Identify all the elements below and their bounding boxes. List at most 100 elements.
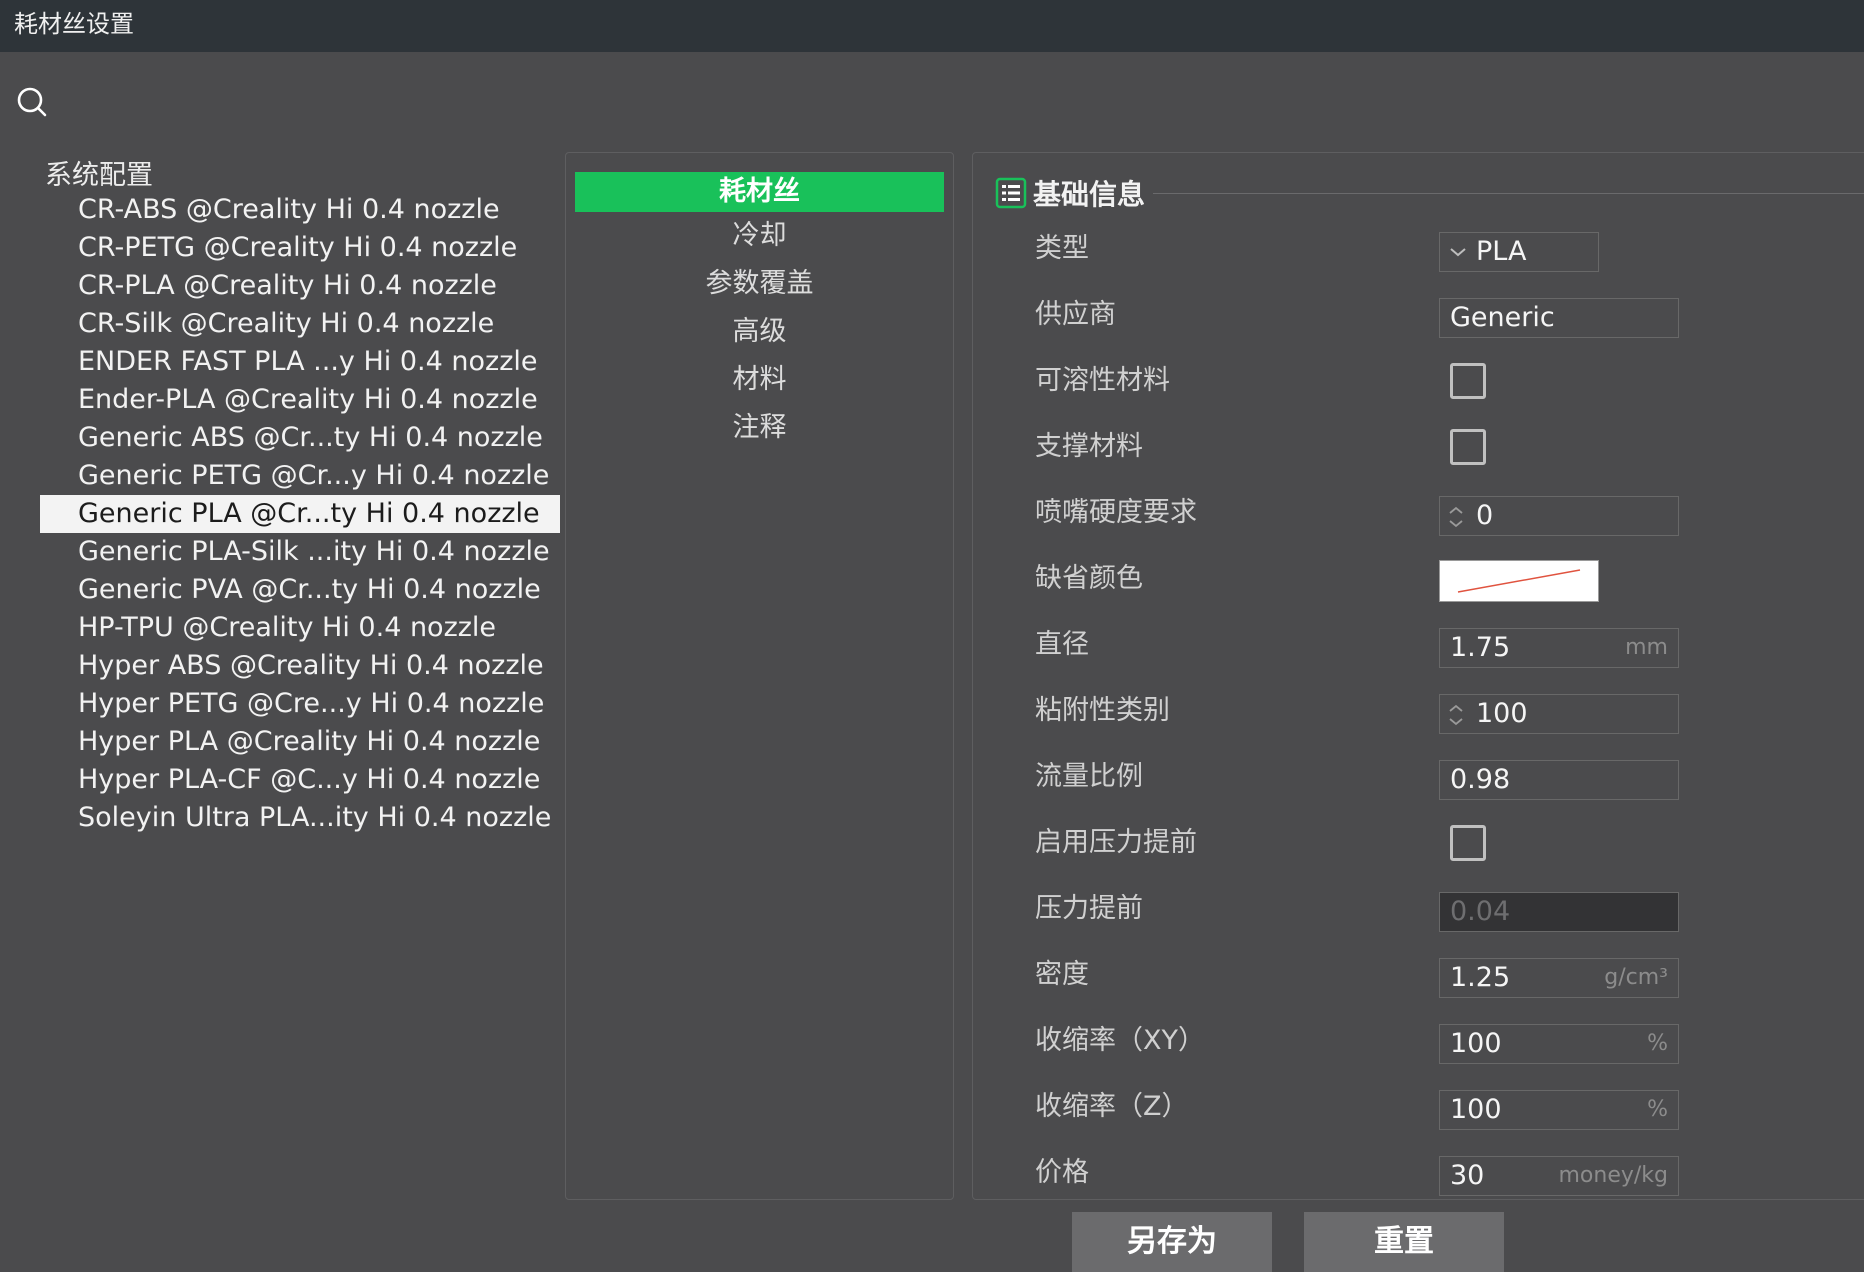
shrink-xy-unit: % (1647, 1031, 1668, 1056)
flow-ratio-label: 流量比例 (1035, 761, 1143, 792)
diameter-label: 直径 (1035, 629, 1089, 660)
default-color-label: 缺省颜色 (1035, 563, 1143, 594)
flow-ratio-value: 0.98 (1450, 764, 1511, 795)
flow-ratio-field[interactable]: 0.98 (1439, 760, 1679, 800)
shrink-xy-field[interactable]: 100 % (1439, 1024, 1679, 1064)
section-divider (1153, 193, 1864, 194)
support-checkbox[interactable] (1450, 429, 1486, 465)
soluble-checkbox[interactable] (1450, 363, 1486, 399)
tab-filament[interactable]: 耗材丝 (575, 172, 944, 212)
type-select[interactable]: PLA (1439, 232, 1599, 272)
category-nav: 耗材丝 冷却 参数覆盖 高级 材料 注释 (565, 152, 954, 1200)
row-support: 支撑材料 (973, 414, 1864, 480)
enable-pa-checkbox[interactable] (1450, 825, 1486, 861)
list-icon (995, 177, 1027, 209)
shrink-xy-value: 100 (1450, 1028, 1502, 1059)
spin-arrows-icon[interactable] (1446, 701, 1466, 729)
row-vendor: 供应商 Generic (973, 282, 1864, 348)
density-label: 密度 (1035, 959, 1089, 990)
preset-group-label: 系统配置 (45, 160, 153, 191)
row-nozzle-hardness: 喷嘴硬度要求 0 (973, 480, 1864, 546)
row-density: 密度 1.25 g/cm³ (973, 942, 1864, 1008)
preset-item[interactable]: Hyper PETG @Cre...y Hi 0.4 nozzle (40, 685, 560, 723)
adhesion-stepper[interactable]: 100 (1439, 694, 1679, 734)
diameter-value: 1.75 (1450, 632, 1511, 663)
preset-item[interactable]: Ender-PLA @Creality Hi 0.4 nozzle (40, 381, 560, 419)
pressure-advance-field: 0.04 (1439, 892, 1679, 932)
row-default-color: 缺省颜色 (973, 546, 1864, 612)
type-value: PLA (1476, 236, 1527, 267)
tab-material[interactable]: 材料 (566, 356, 953, 404)
preset-item[interactable]: Generic ABS @Cr...ty Hi 0.4 nozzle (40, 419, 560, 457)
preset-list: CR-ABS @Creality Hi 0.4 nozzle CR-PETG @… (40, 191, 560, 837)
settings-panel: 基础信息 类型 PLA 供应商 Generic 可溶性材料 支撑材料 喷嘴硬度要… (972, 152, 1864, 1200)
tab-advanced[interactable]: 高级 (566, 308, 953, 356)
row-diameter: 直径 1.75 mm (973, 612, 1864, 678)
diameter-unit: mm (1625, 635, 1668, 660)
price-field[interactable]: 30 money/kg (1439, 1156, 1679, 1196)
tab-overrides[interactable]: 参数覆盖 (566, 260, 953, 308)
preset-item[interactable]: CR-PLA @Creality Hi 0.4 nozzle (40, 267, 560, 305)
preset-item[interactable]: HP-TPU @Creality Hi 0.4 nozzle (40, 609, 560, 647)
save-as-button[interactable]: 另存为 (1072, 1212, 1272, 1272)
row-enable-pa: 启用压力提前 (973, 810, 1864, 876)
shrink-z-value: 100 (1450, 1094, 1502, 1125)
diameter-field[interactable]: 1.75 mm (1439, 628, 1679, 668)
section-title: 基础信息 (1033, 178, 1146, 211)
vendor-field[interactable]: Generic (1439, 298, 1679, 338)
support-label: 支撑材料 (1035, 431, 1143, 462)
preset-item[interactable]: Generic PVA @Cr...ty Hi 0.4 nozzle (40, 571, 560, 609)
preset-item[interactable]: CR-Silk @Creality Hi 0.4 nozzle (40, 305, 560, 343)
vendor-value: Generic (1450, 302, 1555, 333)
soluble-label: 可溶性材料 (1035, 365, 1170, 396)
chevron-down-icon (1450, 248, 1466, 257)
reset-button[interactable]: 重置 (1304, 1212, 1504, 1272)
density-value: 1.25 (1450, 962, 1511, 993)
price-unit: money/kg (1558, 1163, 1668, 1188)
pressure-advance-label: 压力提前 (1035, 893, 1143, 924)
type-label: 类型 (1035, 233, 1089, 264)
adhesion-label: 粘附性类别 (1035, 695, 1170, 726)
row-pressure-advance: 压力提前 0.04 (973, 876, 1864, 942)
row-price: 价格 30 money/kg (973, 1140, 1864, 1199)
nozzle-hardness-value: 0 (1476, 500, 1494, 531)
spin-arrows-icon[interactable] (1446, 503, 1466, 531)
row-soluble: 可溶性材料 (973, 348, 1864, 414)
preset-item[interactable]: Hyper ABS @Creality Hi 0.4 nozzle (40, 647, 560, 685)
preset-item[interactable]: Hyper PLA @Creality Hi 0.4 nozzle (40, 723, 560, 761)
preset-item[interactable]: Hyper PLA-CF @C...y Hi 0.4 nozzle (40, 761, 560, 799)
row-shrink-z: 收缩率（Z） 100 % (973, 1074, 1864, 1140)
section-header: 基础信息 (995, 173, 1145, 213)
preset-item[interactable]: CR-ABS @Creality Hi 0.4 nozzle (40, 191, 560, 229)
enable-pa-label: 启用压力提前 (1035, 827, 1197, 858)
nozzle-hardness-stepper[interactable]: 0 (1439, 496, 1679, 536)
search-icon[interactable] (16, 86, 48, 118)
tab-notes[interactable]: 注释 (566, 404, 953, 452)
preset-item[interactable]: CR-PETG @Creality Hi 0.4 nozzle (40, 229, 560, 267)
row-adhesion: 粘附性类别 100 (973, 678, 1864, 744)
default-color-swatch[interactable] (1439, 560, 1599, 602)
adhesion-value: 100 (1476, 698, 1528, 729)
shrink-z-unit: % (1647, 1097, 1668, 1122)
price-label: 价格 (1035, 1157, 1089, 1188)
shrink-xy-label: 收缩率（XY） (1035, 1025, 1205, 1056)
preset-item-selected[interactable]: Generic PLA @Cr...ty Hi 0.4 nozzle (40, 495, 560, 533)
tab-cooling[interactable]: 冷却 (566, 212, 953, 260)
vendor-label: 供应商 (1035, 299, 1116, 330)
preset-item[interactable]: Generic PLA-Silk ...ity Hi 0.4 nozzle (40, 533, 560, 571)
row-type: 类型 PLA (973, 216, 1864, 282)
shrink-z-label: 收缩率（Z） (1035, 1091, 1189, 1122)
pressure-advance-value: 0.04 (1450, 896, 1511, 927)
density-field[interactable]: 1.25 g/cm³ (1439, 958, 1679, 998)
preset-item[interactable]: Generic PETG @Cr...y Hi 0.4 nozzle (40, 457, 560, 495)
preset-item[interactable]: ENDER FAST PLA ...y Hi 0.4 nozzle (40, 343, 560, 381)
color-swatch-slash (1457, 569, 1581, 593)
density-unit: g/cm³ (1604, 965, 1668, 990)
shrink-z-field[interactable]: 100 % (1439, 1090, 1679, 1130)
row-shrink-xy: 收缩率（XY） 100 % (973, 1008, 1864, 1074)
price-value: 30 (1450, 1160, 1485, 1191)
preset-item[interactable]: Soleyin Ultra PLA...ity Hi 0.4 nozzle (40, 799, 560, 837)
nozzle-hardness-label: 喷嘴硬度要求 (1035, 497, 1197, 528)
window-title: 耗材丝设置 (0, 0, 1864, 52)
row-flow-ratio: 流量比例 0.98 (973, 744, 1864, 810)
